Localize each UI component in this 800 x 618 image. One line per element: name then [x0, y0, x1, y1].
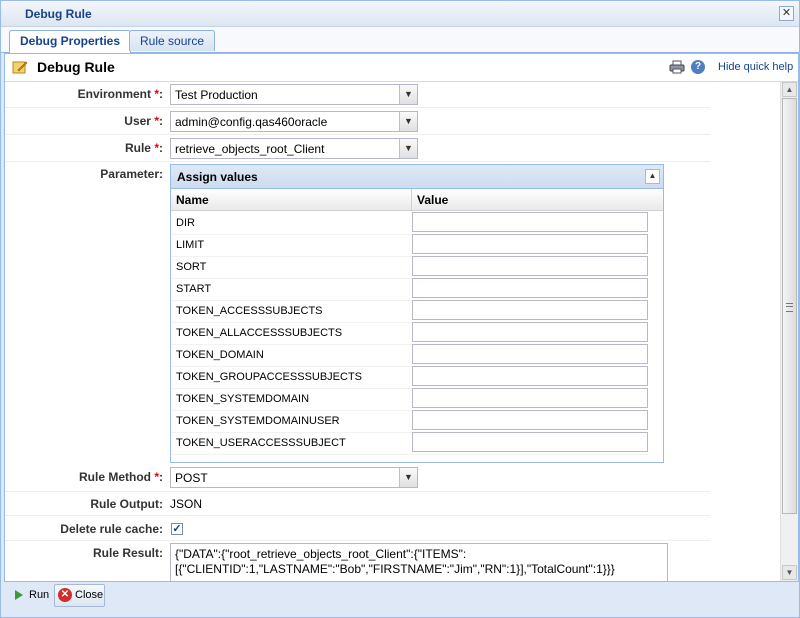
rule-result-label: Rule Result:	[92, 546, 163, 560]
param-value-input[interactable]	[412, 410, 648, 430]
param-value-input[interactable]	[412, 234, 648, 254]
panel-title: Debug Rule	[37, 59, 115, 75]
table-row: TOKEN_SYSTEMDOMAINUSER	[171, 410, 663, 433]
table-row: TOKEN_DOMAIN	[171, 344, 663, 367]
environment-value: Test Production	[175, 88, 258, 102]
close-button-label: Close	[75, 589, 104, 601]
table-row: START	[171, 278, 663, 301]
title-bar[interactable]: Debug Rule ✕	[1, 1, 799, 27]
rule-value: retrieve_objects_root_Client	[175, 142, 325, 156]
param-value-input[interactable]	[412, 300, 648, 320]
divider	[5, 515, 710, 516]
param-name: TOKEN_USERACCESSSUBJECT	[176, 437, 346, 449]
debug-rule-window: Debug Rule ✕ Debug Properties Rule sourc…	[0, 0, 800, 618]
rule-method-label: Rule Method *:	[78, 470, 163, 484]
param-value-input[interactable]	[412, 322, 648, 342]
table-row: DIR	[171, 212, 663, 235]
scroll-thumb[interactable]	[782, 98, 797, 514]
assign-values-grid: Assign values ▲ Name Value DIR LIMIT SORT S…	[170, 164, 664, 463]
chevron-down-icon[interactable]: ▼	[399, 85, 417, 104]
param-value-input[interactable]	[412, 344, 648, 364]
table-row: TOKEN_ALLACCESSSUBJECTS	[171, 322, 663, 345]
close-circle-icon: ✕	[58, 588, 72, 602]
user-value: admin@config.qas460oracle	[175, 115, 328, 129]
param-value-input[interactable]	[412, 388, 648, 408]
param-value-input[interactable]	[412, 278, 648, 298]
table-row: LIMIT	[171, 234, 663, 257]
rule-label: Rule *:	[124, 141, 163, 155]
form-scroll-area: Environment *: Test Production ▼ User *:…	[5, 82, 780, 581]
param-name: TOKEN_SYSTEMDOMAIN	[176, 393, 310, 405]
rule-output-label: Rule Output:	[90, 497, 163, 511]
panel-header: Debug Rule ? Hide quick help	[5, 54, 798, 82]
param-name: SORT	[176, 261, 207, 273]
param-value-input[interactable]	[412, 366, 648, 386]
divider	[5, 491, 710, 492]
window-close-icon[interactable]: ✕	[779, 6, 794, 21]
divider	[5, 134, 710, 135]
delete-cache-label: Delete rule cache:	[60, 522, 163, 536]
form-scrollbar[interactable]: ▲ ▼	[780, 82, 798, 581]
environment-select[interactable]: Test Production ▼	[170, 84, 418, 105]
grid-header: Assign values ▲	[171, 165, 663, 189]
window-title: Debug Rule	[25, 7, 92, 21]
scroll-down-icon[interactable]: ▼	[782, 565, 797, 580]
param-value-input[interactable]	[412, 432, 648, 452]
tab-strip: Debug Properties Rule source	[1, 27, 799, 53]
hide-quick-help-link[interactable]: Hide quick help	[718, 61, 793, 73]
help-icon[interactable]: ?	[691, 60, 705, 74]
debug-properties-panel: Debug Rule ? Hide quick help Environment…	[4, 53, 799, 582]
environment-label: Environment *:	[77, 87, 163, 101]
run-button-label: Run	[29, 589, 50, 601]
user-label: User *:	[124, 114, 163, 128]
user-select[interactable]: admin@config.qas460oracle ▼	[170, 111, 418, 132]
rule-row: Rule *: retrieve_objects_root_Client ▼	[5, 136, 780, 162]
grid-title: Assign values	[177, 170, 258, 184]
grid-scroll-track	[648, 211, 663, 461]
param-name: LIMIT	[176, 239, 205, 251]
rule-result-textarea[interactable]: {"DATA":{"root_retrieve_objects_root_Cli…	[170, 543, 668, 581]
environment-row: Environment *: Test Production ▼	[5, 82, 780, 108]
divider	[5, 161, 710, 162]
delete-cache-checkbox[interactable]: ✓	[171, 523, 183, 535]
column-header-name[interactable]: Name	[171, 189, 412, 211]
param-name: TOKEN_DOMAIN	[176, 349, 264, 361]
play-icon	[15, 590, 23, 600]
divider	[5, 107, 710, 108]
collapse-icon[interactable]: ▲	[645, 169, 660, 184]
printer-icon[interactable]	[669, 60, 685, 74]
user-row: User *: admin@config.qas460oracle ▼	[5, 109, 780, 135]
param-name: TOKEN_GROUPACCESSSUBJECTS	[176, 371, 363, 383]
rule-method-value: POST	[175, 471, 208, 485]
footer-toolbar: Run ✕ Close	[4, 582, 797, 615]
divider	[5, 540, 710, 541]
param-name: START	[176, 283, 212, 295]
rule-method-select[interactable]: POST ▼	[170, 467, 418, 488]
chevron-down-icon[interactable]: ▼	[399, 112, 417, 131]
tab-rule-source[interactable]: Rule source	[129, 30, 216, 51]
column-header-value[interactable]: Value	[412, 189, 663, 211]
rule-icon	[12, 61, 28, 74]
chevron-down-icon[interactable]: ▼	[399, 468, 417, 487]
parameter-label: Parameter:	[100, 167, 163, 181]
param-name: DIR	[176, 217, 195, 229]
table-row: TOKEN_GROUPACCESSSUBJECTS	[171, 366, 663, 389]
table-row: TOKEN_SYSTEMDOMAIN	[171, 388, 663, 411]
close-button[interactable]: ✕ Close	[54, 584, 105, 607]
rule-method-row: Rule Method *: POST ▼	[5, 465, 780, 491]
tab-debug-properties[interactable]: Debug Properties	[9, 30, 132, 53]
param-name: TOKEN_SYSTEMDOMAINUSER	[176, 415, 340, 427]
table-row: TOKEN_ACCESSSUBJECTS	[171, 300, 663, 323]
param-value-input[interactable]	[412, 212, 648, 232]
table-row: SORT	[171, 256, 663, 279]
table-row: TOKEN_USERACCESSSUBJECT	[171, 432, 663, 455]
run-button[interactable]: Run	[10, 584, 56, 607]
rule-output-value: JSON	[170, 497, 203, 511]
scroll-up-icon[interactable]: ▲	[782, 82, 797, 97]
param-value-input[interactable]	[412, 256, 648, 276]
param-name: TOKEN_ACCESSSUBJECTS	[176, 305, 323, 317]
rule-select[interactable]: retrieve_objects_root_Client ▼	[170, 138, 418, 159]
param-name: TOKEN_ALLACCESSSUBJECTS	[176, 327, 343, 339]
chevron-down-icon[interactable]: ▼	[399, 139, 417, 158]
